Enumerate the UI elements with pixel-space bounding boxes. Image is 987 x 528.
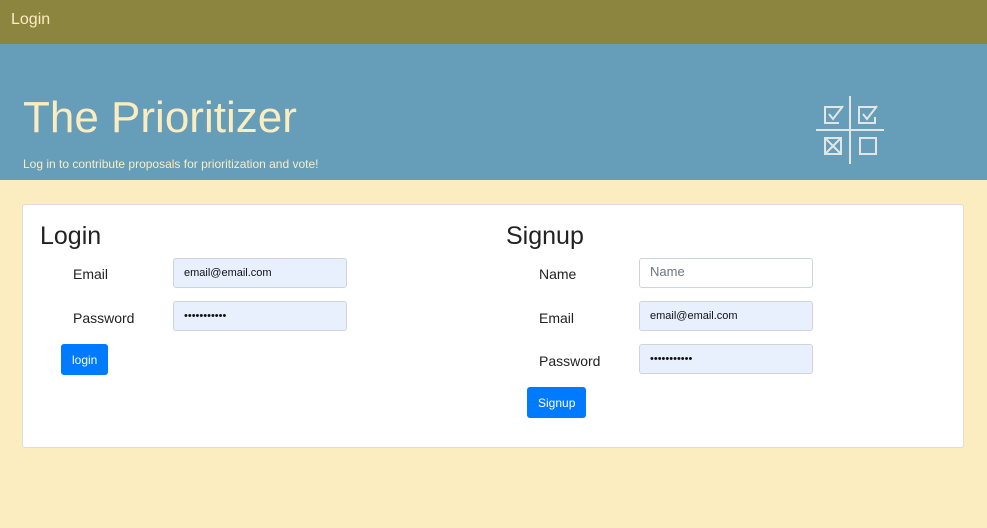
signup-password-label: Password bbox=[539, 353, 601, 369]
signup-email-label: Email bbox=[539, 310, 575, 326]
page-subtitle: Log in to contribute proposals for prior… bbox=[23, 157, 319, 171]
page-title: The Prioritizer bbox=[23, 93, 297, 142]
signup-email-input[interactable] bbox=[639, 301, 813, 331]
login-password-input[interactable] bbox=[173, 301, 347, 331]
login-email-label: Email bbox=[73, 266, 109, 282]
hero-banner: The Prioritizer Log in to contribute pro… bbox=[0, 44, 987, 180]
navbar: Login bbox=[0, 0, 987, 44]
login-button[interactable]: login bbox=[61, 344, 109, 375]
navbar-brand-login[interactable]: Login bbox=[11, 11, 50, 29]
signup-button[interactable]: Signup bbox=[527, 387, 587, 418]
auth-card: Login Email Password login Signup Name E… bbox=[22, 204, 964, 448]
signup-name-input[interactable] bbox=[639, 258, 813, 288]
login-email-input[interactable] bbox=[173, 258, 347, 288]
signup-name-label: Name bbox=[539, 266, 577, 282]
prioritization-matrix-icon bbox=[816, 96, 884, 164]
login-password-label: Password bbox=[73, 310, 135, 326]
login-heading: Login bbox=[40, 222, 102, 250]
signup-password-input[interactable] bbox=[639, 344, 813, 374]
signup-heading: Signup bbox=[506, 222, 584, 250]
